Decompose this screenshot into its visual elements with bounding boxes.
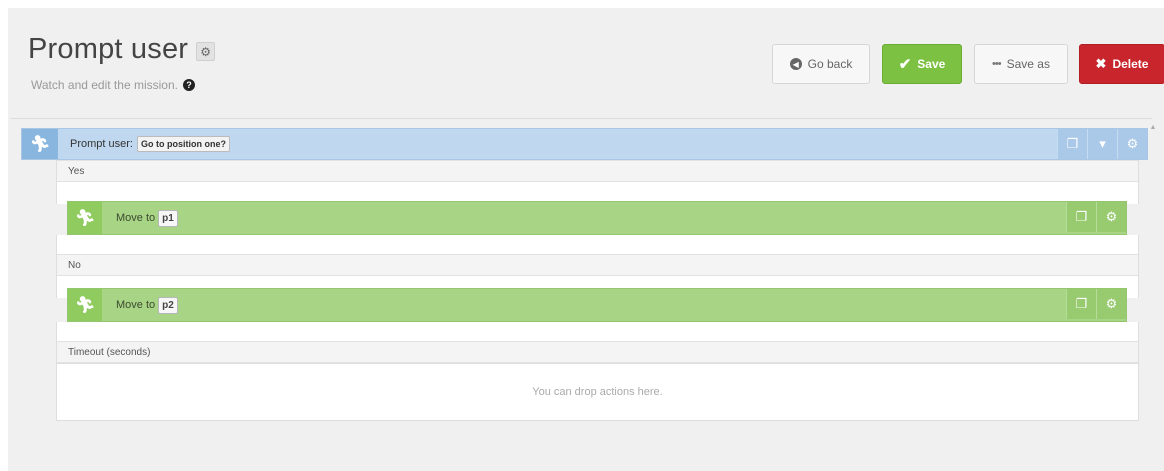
prompt-tools: ❐ ▾ ⚙	[1057, 129, 1147, 159]
check-icon: ✔	[898, 56, 912, 73]
save-as-label: Save as	[1006, 57, 1050, 71]
mission-editor: 🏃︎ Prompt user: Go to position one? ❐ ▾ …	[17, 123, 1148, 471]
gear-icon[interactable]: ⚙	[1117, 129, 1147, 159]
chevron-up-icon[interactable]: ▲	[1148, 124, 1158, 131]
copy-icon[interactable]: ❐	[1066, 289, 1096, 319]
drop-hint: You can drop actions here.	[532, 386, 663, 398]
drag-handle[interactable]: 🏃︎	[68, 202, 102, 234]
prompt-question-value[interactable]: Go to position one?	[136, 136, 230, 152]
move-action-p2[interactable]: 🏃︎ Move to p2 ❐ ⚙	[67, 288, 1127, 322]
ellipsis-icon: •••	[992, 58, 1002, 70]
move-tools: ❐ ⚙	[1066, 289, 1126, 319]
title-row: Prompt user ⚙	[28, 33, 216, 66]
section-yes-label: Yes	[57, 160, 1138, 182]
position-value[interactable]: p1	[158, 209, 178, 227]
prompt-user-action[interactable]: 🏃︎ Prompt user: Go to position one? ❐ ▾ …	[21, 128, 1148, 160]
go-back-button[interactable]: ◀ Go back	[772, 44, 870, 84]
subtitle-row: Watch and edit the mission. ?	[31, 78, 195, 92]
scrollbar[interactable]: ▲	[1148, 124, 1158, 471]
position-value[interactable]: p2	[158, 296, 178, 314]
gear-icon[interactable]: ⚙	[1096, 202, 1126, 232]
close-icon: ✖	[1095, 56, 1107, 71]
question-circle-icon[interactable]: ?	[182, 79, 195, 91]
header-divider	[10, 118, 1152, 119]
save-button[interactable]: ✔ Save	[882, 44, 962, 84]
chevron-down-icon[interactable]: ▾	[1087, 129, 1117, 159]
page-subtitle: Watch and edit the mission.	[31, 78, 178, 92]
move-tools: ❐ ⚙	[1066, 202, 1126, 232]
save-label: Save	[917, 57, 946, 71]
section-no-label: No	[57, 254, 1138, 276]
delete-label: Delete	[1112, 57, 1149, 71]
delete-button[interactable]: ✖ Delete	[1079, 44, 1164, 84]
runner-icon: 🏃︎	[74, 210, 96, 227]
save-as-button[interactable]: ••• Save as	[974, 44, 1068, 84]
drag-handle[interactable]: 🏃︎	[68, 289, 102, 321]
section-timeout-label: Timeout (seconds)	[57, 341, 1138, 363]
page-title: Prompt user	[28, 33, 189, 65]
arrow-left-circle-icon: ◀	[789, 58, 802, 70]
section-yes-body	[56, 235, 1139, 256]
go-back-label: Go back	[807, 57, 853, 71]
runner-icon: 🏃︎	[29, 136, 51, 153]
copy-icon[interactable]: ❐	[1066, 202, 1096, 232]
move-label: Move to	[116, 212, 156, 224]
section-yes: Yes	[56, 160, 1139, 204]
prompt-label: Prompt user:	[70, 138, 133, 150]
move-label: Move to	[116, 299, 156, 311]
gear-icon[interactable]: ⚙	[196, 42, 216, 61]
section-no-body	[56, 322, 1139, 342]
gear-icon[interactable]: ⚙	[1096, 289, 1126, 319]
move-action-p1[interactable]: 🏃︎ Move to p1 ❐ ⚙	[67, 201, 1127, 235]
page-header: Prompt user ⚙ Watch and edit the mission…	[8, 8, 1164, 116]
copy-icon[interactable]: ❐	[1057, 129, 1087, 159]
drag-handle[interactable]: 🏃︎	[22, 129, 58, 159]
section-timeout: Timeout (seconds)	[56, 341, 1139, 364]
drop-zone[interactable]: You can drop actions here.	[56, 363, 1139, 421]
runner-icon: 🏃︎	[74, 297, 96, 314]
